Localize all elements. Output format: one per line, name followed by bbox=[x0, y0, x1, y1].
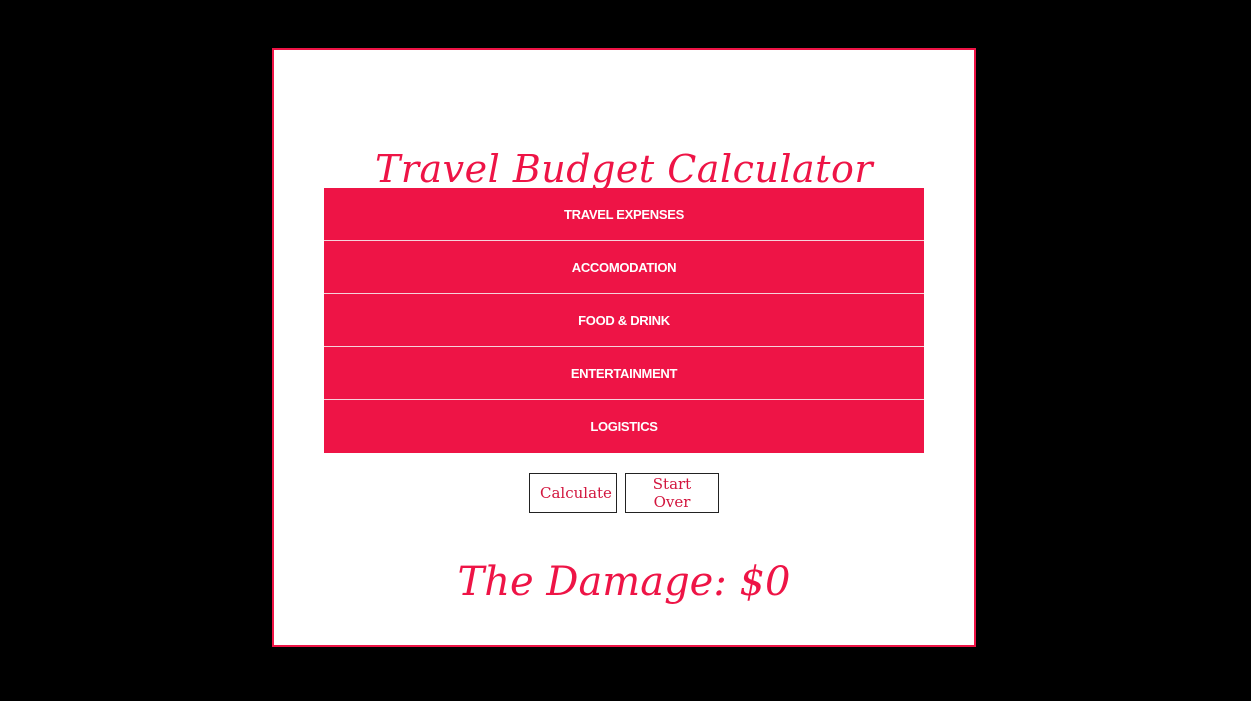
section-label: ACCOMODATION bbox=[571, 259, 677, 275]
section-label: LOGISTICS bbox=[590, 419, 658, 434]
section-label: ENTERTAINMENT bbox=[570, 365, 678, 381]
section-logistics[interactable]: LOGISTICS bbox=[324, 400, 924, 453]
section-label: TRAVEL EXPENSES bbox=[564, 206, 684, 222]
start-over-button[interactable]: Start Over bbox=[625, 473, 719, 513]
total-result: The Damage: $0 bbox=[457, 559, 791, 605]
section-accomodation[interactable]: ACCOMODATION bbox=[324, 241, 924, 294]
section-entertainment[interactable]: ENTERTAINMENT bbox=[324, 347, 924, 400]
section-label: FOOD & DRINK bbox=[578, 312, 670, 328]
expense-accordion: TRAVEL EXPENSES ACCOMODATION FOOD & DRIN… bbox=[324, 188, 924, 453]
page-title: Travel Budget Calculator bbox=[374, 147, 873, 191]
section-food-drink[interactable]: FOOD & DRINK bbox=[324, 294, 924, 347]
section-travel-expenses[interactable]: TRAVEL EXPENSES bbox=[324, 188, 924, 241]
action-buttons: Calculate Start Over bbox=[274, 473, 974, 513]
calculator-card: Travel Budget Calculator TRAVEL EXPENSES… bbox=[272, 48, 976, 647]
calculate-button[interactable]: Calculate bbox=[529, 473, 617, 513]
